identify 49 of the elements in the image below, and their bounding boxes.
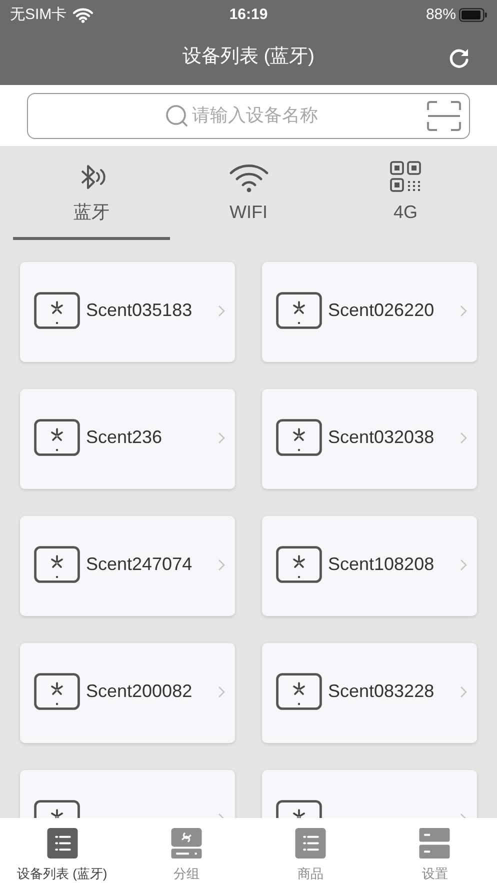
list-icon [295,828,326,858]
device-card[interactable]: Scent035183 [20,262,235,362]
chevron-right-icon [460,432,467,444]
device-name: Scent236 [86,426,162,449]
search-field[interactable]: 请输入设备名称 [27,92,470,138]
device-name: Scent247074 [86,553,192,576]
device-name: Scent026220 [328,299,434,322]
device-card[interactable]: Scent083228 [262,643,477,743]
device-icon [276,292,322,329]
device-name: Scent035183 [86,299,192,322]
qr-code-icon [390,161,422,193]
device-icon [34,673,80,710]
chevron-right-icon [218,305,225,317]
device-card[interactable]: Scent247074 [20,516,235,616]
bottom-nav-tab[interactable]: 设备列表 (蓝牙) [0,818,124,883]
clock-text: 16:19 [229,4,268,25]
chevron-right-icon [460,559,467,571]
scan-icon[interactable] [427,100,461,130]
device-icon [34,546,80,583]
device-icon [34,419,80,456]
connection-tab[interactable]: WIFI [170,146,327,240]
list-icon [46,828,78,858]
device-icon [276,546,322,583]
device-card[interactable]: Scent108208 [262,516,477,616]
device-card[interactable]: Scent236 [20,389,235,489]
battery-text: 88% [426,4,456,25]
chevron-right-icon [218,686,225,698]
device-icon [276,419,322,456]
search-icon [165,104,189,128]
server-icon [419,828,450,858]
device-name: Scent083228 [328,680,434,703]
carrier-text: 无SIM卡 [10,4,67,25]
chevron-right-icon [460,305,467,317]
connection-tab[interactable]: 蓝牙 [13,146,170,240]
device-card[interactable]: Scent032038 [262,389,477,489]
device-name: Scent108208 [328,553,434,576]
device-name: Scent032038 [328,426,434,449]
device-icon [276,673,322,710]
battery-icon [459,8,487,22]
chevron-right-icon [460,686,467,698]
page-title: 设备列表 (蓝牙) [182,45,314,70]
connection-tab[interactable]: 4G [327,146,484,240]
device-card[interactable]: Scent026220 [262,262,477,362]
device-icon [34,292,80,329]
chevron-right-icon [218,559,225,571]
wifi-signal-icon [72,8,93,22]
chevron-right-icon [218,432,225,444]
device-card[interactable]: Scent200082 [20,643,235,743]
device-name: Scent200082 [86,680,192,703]
